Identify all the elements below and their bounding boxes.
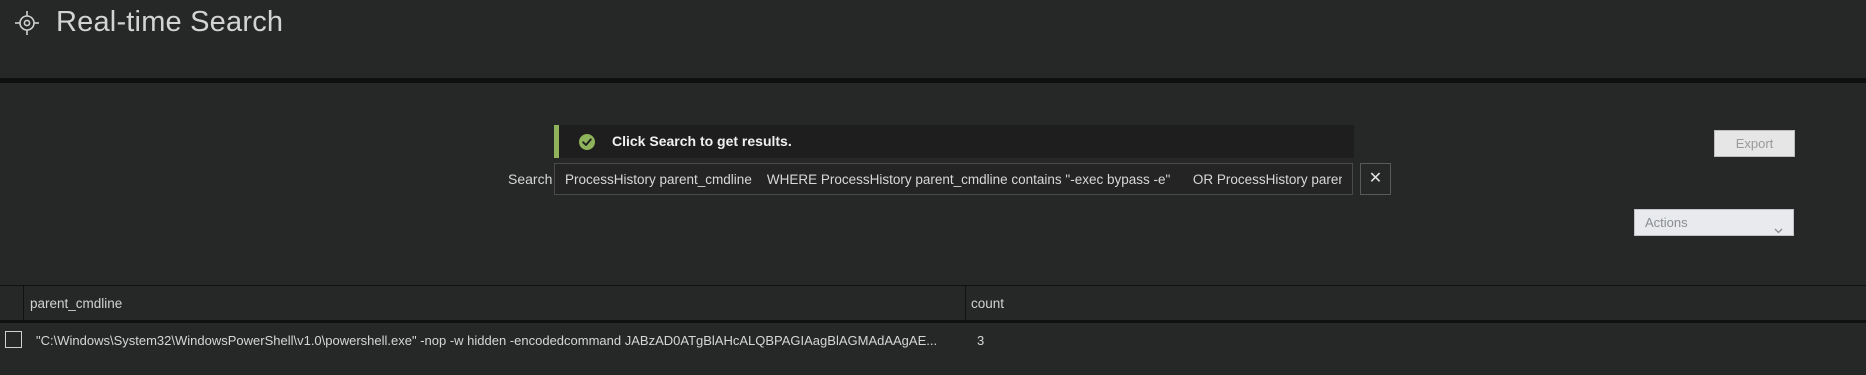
page-title: Real-time Search [56,6,284,38]
search-label: Search [508,171,553,187]
row-checkbox[interactable] [5,331,22,348]
column-divider[interactable] [965,286,966,320]
chevron-down-icon [1774,218,1783,234]
check-circle-icon [579,134,595,150]
page-header: Real-time Search [0,0,1866,78]
clear-search-button[interactable]: ✕ [1360,163,1391,195]
table-header: parent_cmdline count [0,286,1866,320]
search-input[interactable] [554,163,1353,195]
actions-dropdown[interactable]: Actions [1634,209,1794,236]
row-parent-cmdline: "C:\Windows\System32\WindowsPowerShell\v… [36,333,938,348]
select-column-header [0,286,24,320]
target-crosshair-icon [14,10,40,36]
info-notice: Click Search to get results. [554,125,1354,158]
header-divider [0,78,1866,83]
notice-text: Click Search to get results. [612,133,792,149]
column-header-count[interactable]: count [971,296,1004,311]
export-button[interactable]: Export [1714,130,1795,157]
actions-dropdown-label: Actions [1645,215,1688,230]
close-icon: ✕ [1368,170,1383,187]
column-header-parent-cmdline[interactable]: parent_cmdline [30,296,122,311]
table-row[interactable]: "C:\Windows\System32\WindowsPowerShell\v… [0,323,1866,359]
row-count: 3 [977,333,985,348]
